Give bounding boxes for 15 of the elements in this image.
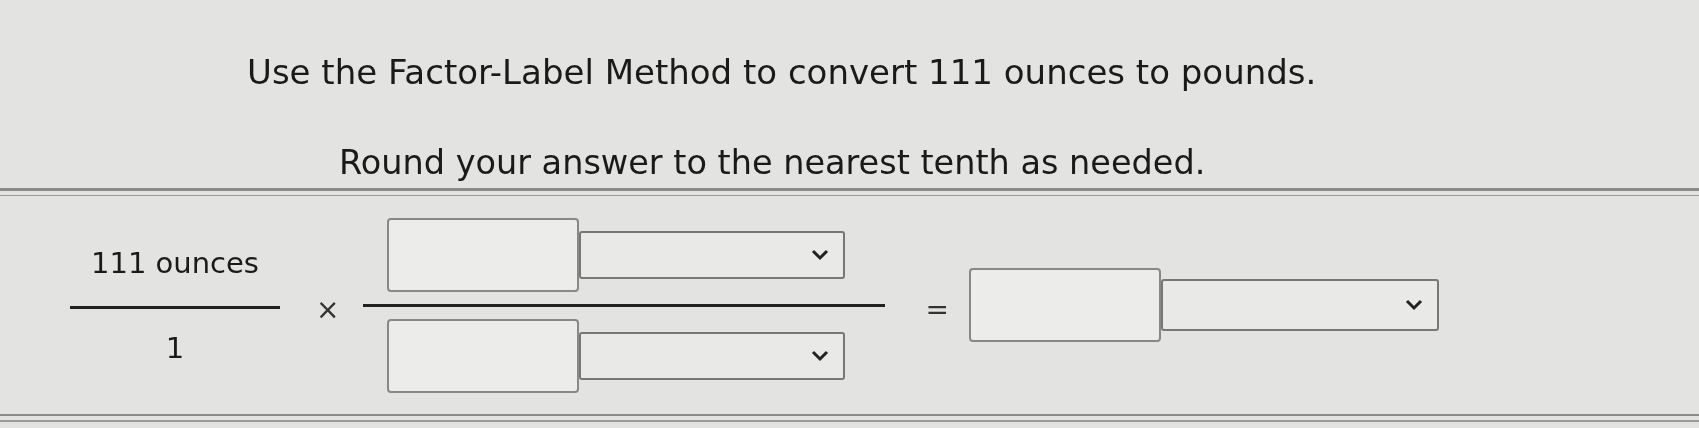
unit-dropdown[interactable] [579, 230, 846, 279]
answer-field[interactable] [387, 318, 580, 393]
answer-field[interactable] [968, 268, 1161, 342]
unit-dropdown[interactable] [1160, 279, 1439, 331]
chevron-icon [811, 349, 830, 362]
answer-field[interactable] [387, 217, 580, 292]
equals-sign: = [925, 292, 949, 326]
times-sign: × [316, 292, 340, 326]
numerator-text: 111 ounces [91, 244, 259, 282]
denominator-text: 1 [165, 329, 185, 367]
unit-dropdown[interactable] [579, 331, 846, 380]
chevron-icon [811, 248, 830, 261]
instruction-text: Round your answer to the nearest tenth as needed. [339, 143, 1207, 183]
chevron-icon [1404, 299, 1423, 311]
question-text: Use the Factor-Label Method to convert 111 ounces to pounds. [247, 52, 1318, 92]
